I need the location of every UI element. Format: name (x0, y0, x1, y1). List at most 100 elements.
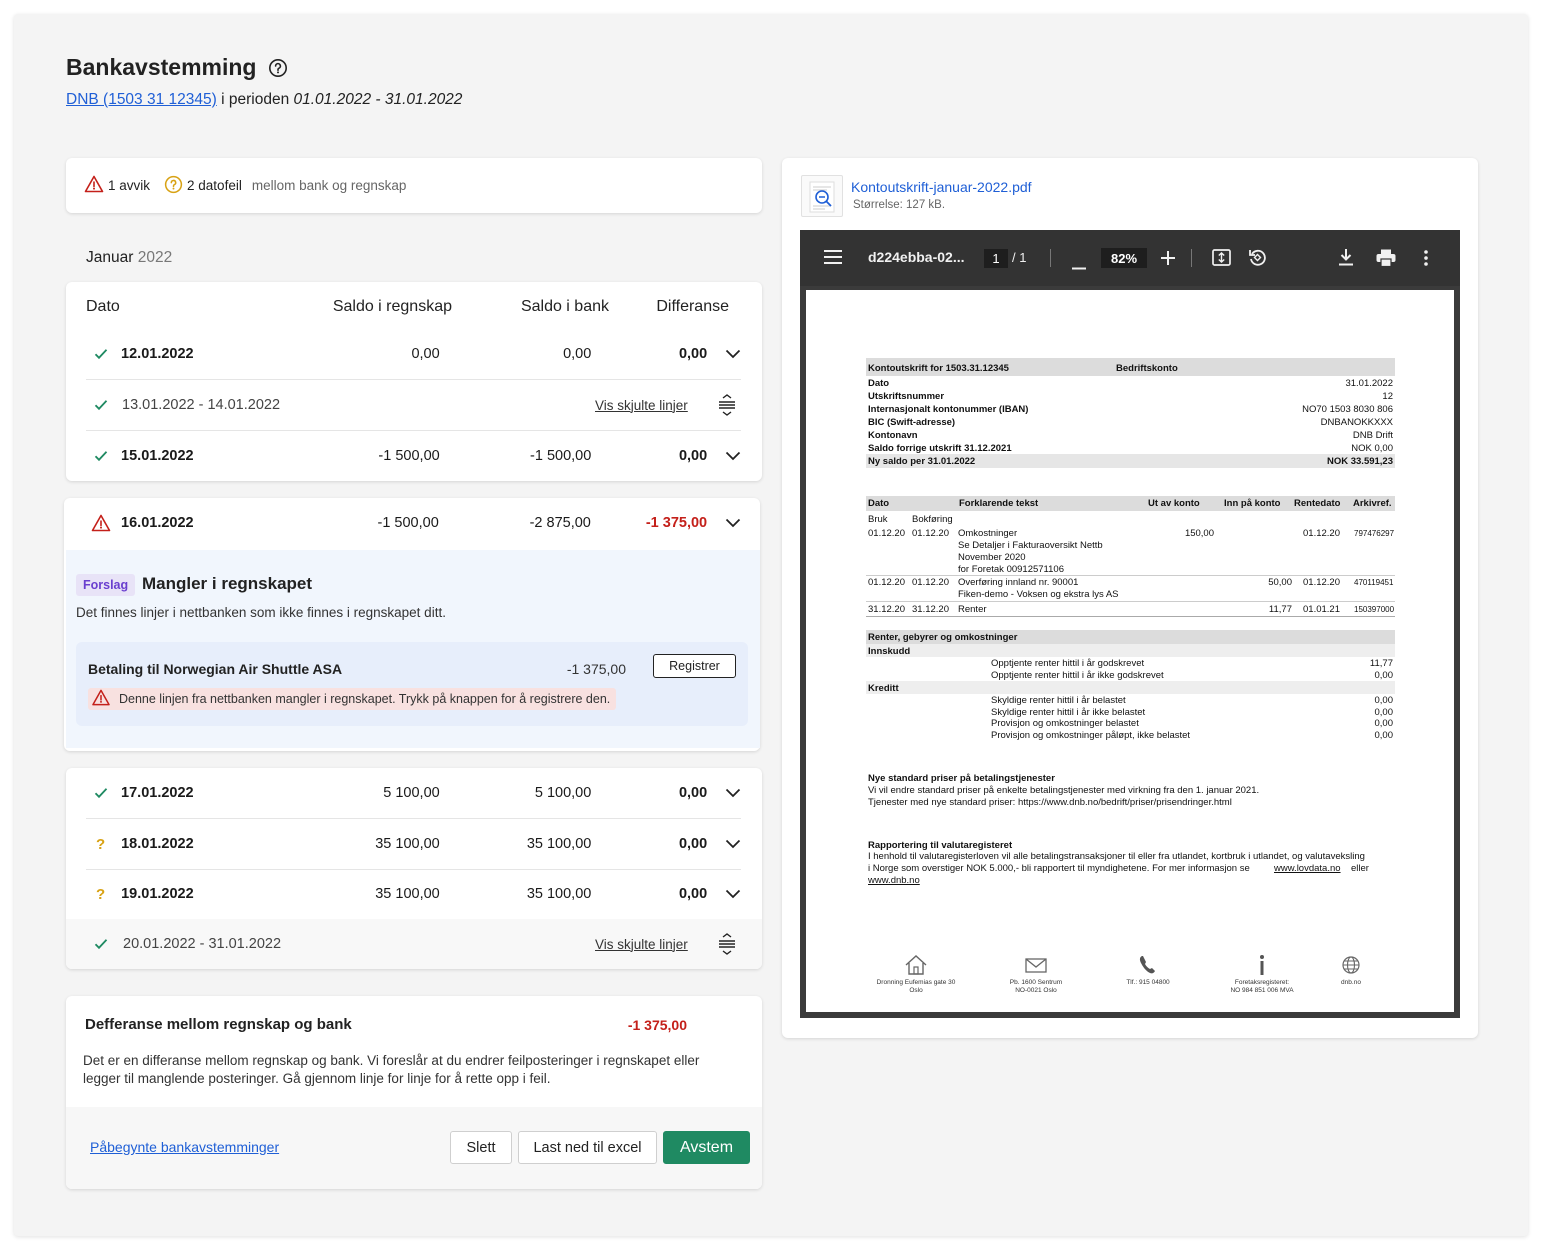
deposit-band (866, 644, 1395, 657)
chevron-down-icon[interactable] (707, 518, 741, 528)
info-label: Dato (868, 378, 890, 389)
question-mark-icon: ? (96, 835, 106, 853)
download-excel-button[interactable]: Last ned til excel (518, 1131, 657, 1164)
house-icon (905, 955, 927, 975)
chevron-down-icon[interactable] (707, 788, 741, 798)
envelope-icon (1025, 958, 1047, 973)
row-date: 18.01.2022 (121, 836, 194, 852)
row-ledger: -1 500,00 (377, 515, 439, 531)
tx-text: Overføring innland nr. 90001 (958, 577, 1079, 588)
register-button[interactable]: Registrer (653, 654, 736, 678)
table-row[interactable]: 15.01.2022 -1 500,00 -1 500,00 0,00 (86, 431, 741, 481)
delete-button[interactable]: Slett (450, 1131, 512, 1164)
tx-text: Se Detaljer i Fakturaoversikt Nettb (958, 540, 1103, 551)
chevron-down-icon[interactable] (707, 349, 741, 359)
help-icon[interactable] (268, 58, 288, 78)
chevron-down-icon[interactable] (707, 451, 741, 461)
suggestion-description: Det finnes linjer i nettbanken som ikke … (76, 605, 446, 620)
tx-subheader: Bokføring (912, 514, 953, 525)
lovdata-link[interactable]: www.lovdata.no (1274, 863, 1341, 874)
warning-icon (86, 514, 121, 532)
dnb-link[interactable]: www.dnb.no (868, 875, 920, 886)
row-ledger: 0,00 (411, 346, 440, 362)
table-row[interactable]: 17.01.2022 5 100,00 5 100,00 0,00 (86, 768, 741, 818)
row-date-range: 20.01.2022 - 31.01.2022 (123, 936, 282, 952)
footer-phone: Tlf.: 915 04800 (1098, 954, 1198, 987)
tx-text: Omkostninger (958, 528, 1018, 539)
file-thumbnail[interactable] (801, 175, 843, 217)
tx-text: Renter (958, 604, 987, 615)
fit-page-icon[interactable] (1212, 249, 1231, 269)
page-total: / 1 (1012, 250, 1027, 265)
footer-line: NO 984 851 006 MVA (1230, 987, 1294, 994)
column-header-difference: Differanse (656, 298, 729, 315)
table-row[interactable]: ? 18.01.2022 35 100,00 35 100,00 0,00 (86, 819, 741, 869)
tx-date: 01.12.20 (912, 577, 949, 588)
tx-date: 31.12.20 (912, 604, 949, 615)
warning-icon (91, 689, 111, 709)
statement-account-type: Bedriftskonto (1116, 363, 1178, 374)
zoom-out-icon[interactable] (1072, 257, 1086, 273)
row-ledger: 35 100,00 (375, 836, 440, 852)
tx-rentedato: 01.12.20 (1303, 577, 1340, 588)
check-icon (86, 348, 121, 360)
table-row[interactable]: 12.01.2022 0,00 0,00 0,00 (86, 329, 741, 379)
tx-rentedato: 01.01.21 (1303, 604, 1340, 615)
zoom-in-icon[interactable] (1161, 251, 1175, 268)
info-value: 31.01.2022 (1345, 378, 1393, 389)
account-link[interactable]: DNB (1503 31 12345) (66, 91, 217, 108)
zoom-level[interactable]: 82% (1101, 248, 1147, 268)
chevron-down-icon[interactable] (707, 889, 741, 899)
pdf-document-name: d224ebba-02... (868, 249, 965, 265)
menu-icon[interactable] (824, 250, 842, 267)
file-size: Størrelse: 127 kB. (853, 199, 946, 211)
tx-out: 150,00 (1184, 528, 1214, 539)
difference-description: Det er en differanse mellom regnskap og … (83, 1053, 700, 1086)
show-hidden-lines-link[interactable]: Vis skjulte linjer (595, 398, 688, 413)
fee-value: 0,00 (1374, 730, 1394, 741)
reconcile-button[interactable]: Avstem (663, 1131, 750, 1164)
tx-date: 01.12.20 (912, 528, 949, 539)
row-date: 19.01.2022 (121, 886, 194, 902)
check-icon (86, 938, 122, 950)
info-label: Kontonavn (868, 430, 918, 441)
row-date: 12.01.2022 (121, 346, 194, 362)
row-bank: 5 100,00 (534, 785, 592, 801)
table-row[interactable]: ? 19.01.2022 35 100,00 35 100,00 0,00 (86, 869, 741, 919)
download-icon[interactable] (1339, 249, 1353, 269)
fee-line: Skyldige renter hittil i år ikke belaste… (991, 707, 1146, 718)
fees-title: Renter, gebyrer og omkostninger (868, 632, 1018, 643)
credit-label: Kreditt (868, 683, 899, 694)
hidden-range-row: 13.01.2022 - 14.01.2022 Vis skjulte linj… (86, 380, 741, 430)
show-hidden-lines-link[interactable]: Vis skjulte linjer (595, 937, 688, 952)
tx-text: November 2020 (958, 552, 1026, 563)
file-name[interactable]: Kontoutskrift-januar-2022.pdf (851, 179, 1032, 195)
page-number-input[interactable]: 1 (984, 249, 1008, 268)
tx-date: 31.12.20 (868, 604, 905, 615)
print-icon[interactable] (1376, 249, 1396, 270)
difference-amount: -1 375,00 (627, 1017, 687, 1033)
check-icon (86, 787, 121, 799)
tx-header: Rentedato (1294, 498, 1341, 509)
summary-card: 1 avvik 2 datofeil mellom bank og regnsk… (66, 158, 762, 213)
rotate-icon[interactable] (1248, 248, 1267, 270)
chevron-down-icon[interactable] (707, 839, 741, 849)
column-header-ledger: Saldo i regnskap (332, 298, 452, 315)
notice-text: Tjenester med nye standard priser: https… (868, 797, 1232, 808)
deposit-label: Innskudd (868, 646, 911, 657)
footer-address: Dronning Eufemias gate 30 Oslo (866, 954, 966, 995)
row-diff: 0,00 (678, 836, 708, 852)
row-diff: 0,00 (678, 448, 708, 464)
period-line: DNB (1503 31 12345) i perioden 01.01.202… (66, 91, 462, 109)
expand-lines-icon[interactable] (688, 933, 736, 955)
tx-subheader: Bruk (868, 514, 888, 525)
started-reconciliations-link[interactable]: Påbegynte bankavstemminger (90, 1139, 279, 1155)
tx-header: Forklarende tekst (959, 498, 1039, 509)
row-diff: 0,00 (678, 785, 708, 801)
table-row-expanded[interactable]: 16.01.2022 -1 500,00 -2 875,00 -1 375,00 (86, 498, 741, 548)
expand-lines-icon[interactable] (688, 394, 736, 416)
fee-value: 0,00 (1374, 707, 1394, 718)
period-range: 01.01.2022 - 31.01.2022 (293, 91, 463, 108)
more-vertical-icon[interactable] (1424, 250, 1428, 269)
footer-post: Pb. 1600 Sentrum NO-0021 Oslo (986, 954, 1086, 995)
